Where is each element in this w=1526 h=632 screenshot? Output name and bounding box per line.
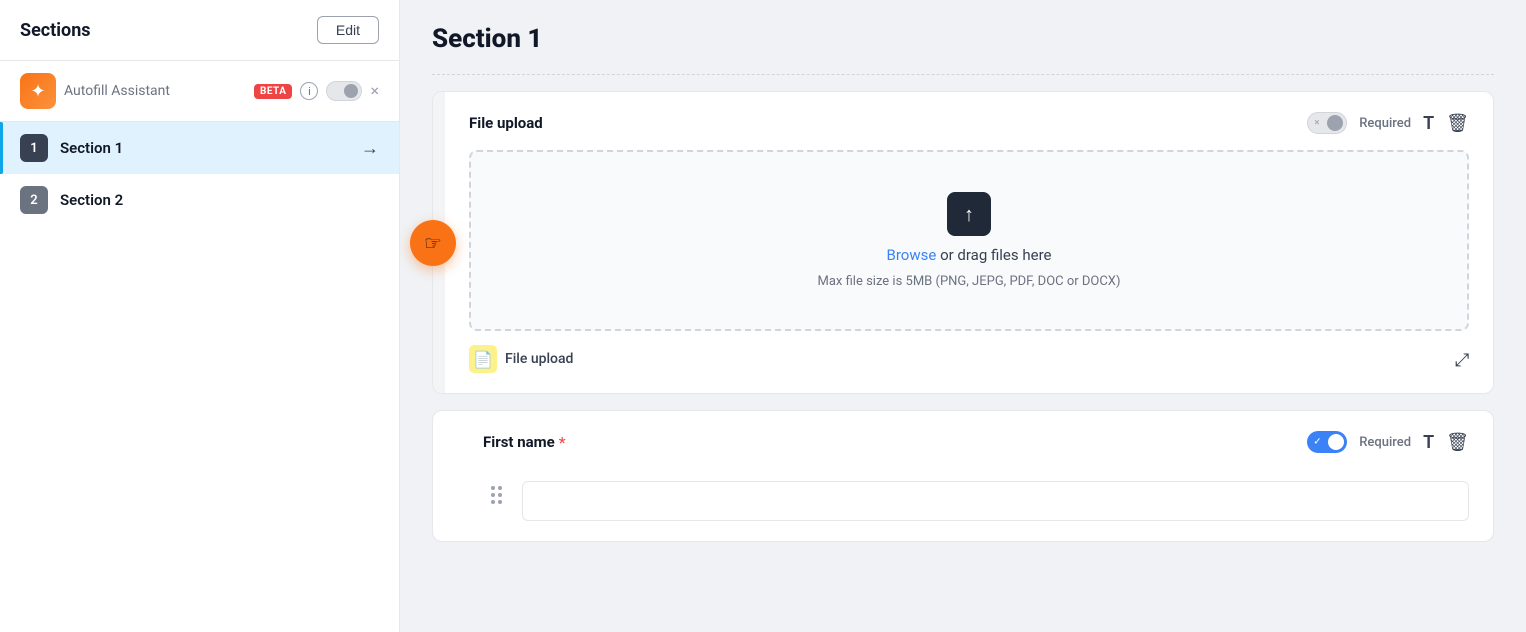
file-upload-controls: × Required T 🗑 — [1307, 112, 1469, 134]
browse-link[interactable]: Browse — [887, 246, 937, 264]
file-upload-required-toggle[interactable]: × — [1307, 112, 1347, 134]
autofill-close-icon[interactable]: × — [370, 83, 379, 99]
file-upload-area[interactable]: ↑ Browse or drag files here Max file siz… — [469, 150, 1469, 331]
hand-icon: ☞ — [424, 231, 442, 255]
beta-badge: BETA — [254, 84, 293, 99]
sidebar-header: Sections Edit — [0, 0, 399, 61]
drag-dot — [498, 486, 502, 490]
drag-dot — [491, 493, 495, 497]
file-upload-required-text: Required — [1359, 116, 1411, 131]
first-name-label: First name — [483, 433, 555, 451]
page-title: Section 1 — [432, 24, 1494, 54]
upload-icon-box: ↑ — [947, 192, 991, 236]
upload-hint: Max file size is 5MB (PNG, JEPG, PDF, DO… — [818, 274, 1121, 289]
first-name-toggle-thumb — [1328, 434, 1344, 450]
drag-dot — [491, 500, 495, 504]
autofill-bar: ✦ Autofill Assistant BETA i × — [0, 61, 399, 122]
file-upload-text-icon[interactable]: T — [1423, 113, 1434, 134]
file-upload-card: File upload × Required T 🗑 ↑ Browse or d… — [432, 91, 1494, 394]
upload-text: Browse or drag files here — [887, 246, 1052, 264]
drag-handle-button[interactable]: ☞ — [410, 220, 456, 266]
first-name-delete-icon[interactable]: 🗑 — [1446, 432, 1469, 453]
autofill-label: Autofill Assistant — [64, 83, 246, 99]
file-upload-card-header: File upload × Required T 🗑 — [469, 112, 1469, 134]
drag-text: or drag files here — [940, 246, 1051, 264]
sidebar-item-section1[interactable]: 1 Section 1 → — [0, 122, 399, 174]
first-name-text-icon[interactable]: T — [1423, 432, 1434, 453]
first-name-input-preview[interactable] — [522, 481, 1469, 521]
first-name-card-header: First name * ✓ Required T 🗑 — [483, 431, 1469, 453]
file-upload-footer: 📄 File upload ⤢ — [469, 345, 1469, 373]
section2-number: 2 — [20, 186, 48, 214]
autofill-toggle-thumb — [344, 84, 358, 98]
section1-number: 1 — [20, 134, 48, 162]
first-name-required-toggle[interactable]: ✓ — [1307, 431, 1347, 453]
drag-dot — [498, 493, 502, 497]
file-upload-label: File upload — [469, 114, 543, 132]
file-footer-label: File upload — [505, 351, 573, 367]
resize-icon[interactable]: ⤢ — [1455, 349, 1469, 370]
required-star: * — [559, 433, 566, 452]
first-name-input-row — [483, 469, 1469, 521]
drag-dots-handle[interactable] — [483, 478, 510, 512]
sidebar-item-section2[interactable]: 2 Section 2 — [0, 174, 399, 226]
file-footer-left: 📄 File upload — [469, 345, 573, 373]
first-name-controls: ✓ Required T 🗑 — [1307, 431, 1469, 453]
main-content: Section 1 File upload × Required T 🗑 ↑ B… — [400, 0, 1526, 632]
section2-name: Section 2 — [60, 191, 379, 209]
section1-name: Section 1 — [60, 139, 349, 157]
autofill-icon: ✦ — [20, 73, 56, 109]
sidebar-title: Sections — [20, 20, 91, 41]
info-icon[interactable]: i — [300, 82, 318, 100]
drag-dot — [498, 500, 502, 504]
upload-arrow-icon: ↑ — [964, 202, 974, 227]
file-type-icon: 📄 — [469, 345, 497, 373]
autofill-toggle[interactable] — [326, 81, 362, 101]
section1-arrow-icon: → — [361, 138, 379, 159]
first-name-required-text: Required — [1359, 435, 1411, 450]
drag-dot — [491, 486, 495, 490]
section-divider — [432, 74, 1494, 75]
edit-button[interactable]: Edit — [317, 16, 379, 44]
toggle-x-icon: × — [1314, 118, 1319, 129]
file-upload-delete-icon[interactable]: 🗑 — [1446, 113, 1469, 134]
first-name-card: First name * ✓ Required T 🗑 — [432, 410, 1494, 542]
sidebar: Sections Edit ✦ Autofill Assistant BETA … — [0, 0, 400, 632]
toggle-thumb — [1327, 115, 1343, 131]
sparkle-icon: ✦ — [30, 81, 45, 102]
